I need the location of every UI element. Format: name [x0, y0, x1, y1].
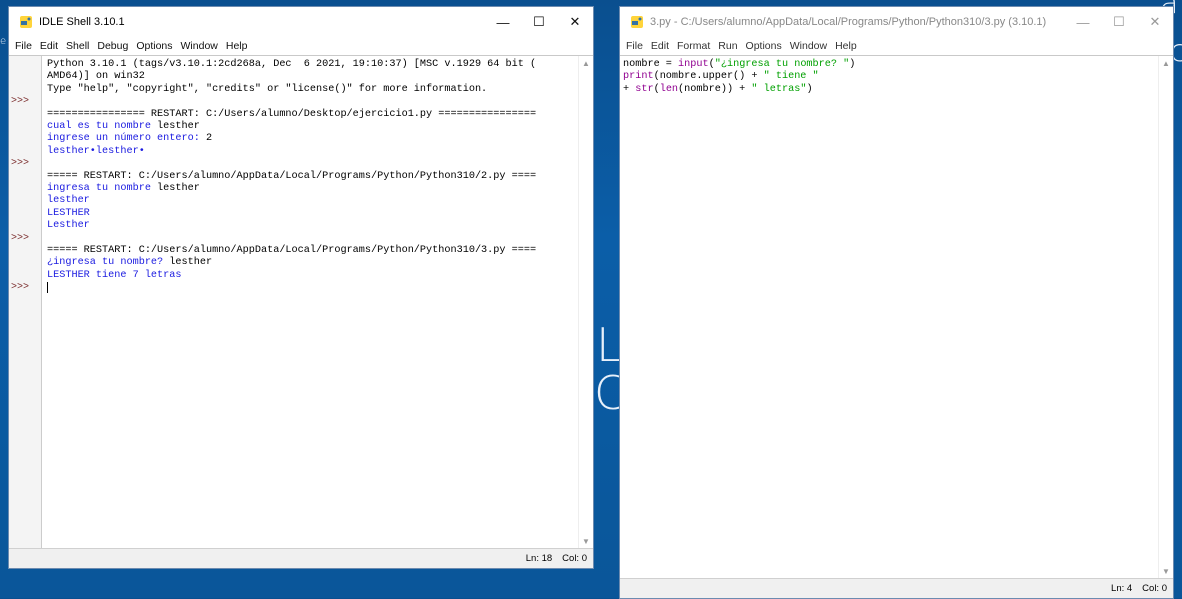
editor-minimize-icon[interactable]: — — [1065, 7, 1101, 37]
code-line: print(nombre.upper() + " tiene " — [623, 71, 819, 83]
shell-text-area[interactable]: Python 3.10.1 (tags/v3.10.1:2cd268a, Dec… — [9, 55, 593, 548]
editor-menu-file[interactable]: File — [626, 40, 643, 52]
menu-window[interactable]: Window — [181, 40, 218, 52]
desktop-letter-l: L — [596, 318, 622, 372]
shell-line: ingresa tu nombre lesther — [47, 182, 200, 194]
shell-menubar: File Edit Shell Debug Options Window Hel… — [9, 37, 593, 55]
editor-menu-options[interactable]: Options — [746, 40, 782, 52]
shell-status-line: Ln: 18 — [525, 553, 553, 564]
shell-line: lesther — [47, 195, 90, 207]
editor-status-line: Ln: 4 — [1111, 583, 1133, 594]
shell-line: ¿ingresa tu nombre? lesther — [47, 257, 213, 269]
prompt-marker: >>> — [11, 158, 30, 170]
editor-menu-help[interactable]: Help — [835, 40, 857, 52]
shell-line: ingrese un número entero: 2 — [47, 133, 213, 145]
code-line: nombre = input("¿ingresa tu nombre? ") — [623, 59, 856, 70]
editor-status-col: Col: 0 — [1142, 583, 1167, 594]
shell-title: IDLE Shell 3.10.1 — [39, 16, 125, 28]
scroll-down-icon[interactable]: ▼ — [579, 534, 593, 548]
maximize-icon[interactable]: ☐ — [521, 7, 557, 37]
text-cursor — [47, 282, 48, 294]
editor-window[interactable]: 3.py - C:/Users/alumno/AppData/Local/Pro… — [619, 6, 1174, 599]
menu-help[interactable]: Help — [226, 40, 248, 52]
shell-line: lesther•lesther• — [47, 145, 145, 157]
editor-scroll-up-icon[interactable]: ▲ — [1159, 56, 1173, 70]
editor-menubar: File Edit Format Run Options Window Help — [620, 37, 1173, 55]
shell-line — [47, 282, 577, 294]
editor-menu-format[interactable]: Format — [677, 40, 710, 52]
python-file-icon — [630, 15, 644, 29]
idle-shell-window[interactable]: IDLE Shell 3.10.1 — ☐ ✕ File Edit Shell … — [8, 6, 594, 569]
menu-options[interactable]: Options — [136, 40, 172, 52]
shell-status-col: Col: 0 — [562, 553, 587, 564]
shell-line: cual es tu nombre lesther — [47, 120, 200, 132]
minimize-icon[interactable]: — — [485, 7, 521, 37]
editor-menu-run[interactable]: Run — [718, 40, 737, 52]
editor-maximize-icon[interactable]: ☐ — [1101, 7, 1137, 37]
editor-text-area[interactable]: nombre = input("¿ingresa tu nombre? ") pr… — [620, 55, 1173, 578]
menu-edit[interactable]: Edit — [40, 40, 58, 52]
shell-line: ===== RESTART: C:/Users/alumno/AppData/L… — [47, 170, 537, 182]
editor-scrollbar[interactable]: ▲ ▼ — [1158, 56, 1173, 578]
editor-title: 3.py - C:/Users/alumno/AppData/Local/Pro… — [650, 16, 1047, 28]
menu-file[interactable]: File — [15, 40, 32, 52]
shell-statusbar: Ln: 18 Col: 0 — [9, 548, 593, 568]
shell-line: ================ RESTART: C:/Users/alumn… — [47, 108, 537, 120]
shell-line: Lesther — [47, 220, 90, 232]
prompt-marker: >>> — [11, 282, 30, 294]
editor-titlebar[interactable]: 3.py - C:/Users/alumno/AppData/Local/Pro… — [620, 7, 1173, 37]
python-app-icon — [19, 15, 33, 29]
editor-scroll-down-icon[interactable]: ▼ — [1159, 564, 1173, 578]
shell-line: Python 3.10.1 (tags/v3.10.1:2cd268a, Dec… — [47, 59, 537, 70]
shell-line: LESTHER — [47, 207, 90, 219]
close-icon[interactable]: ✕ — [557, 7, 593, 37]
editor-close-icon[interactable]: ✕ — [1137, 7, 1173, 37]
menu-shell[interactable]: Shell — [66, 40, 89, 52]
shell-line: AMD64)] on win32 — [47, 71, 145, 83]
prompt-gutter — [9, 56, 42, 548]
menu-debug[interactable]: Debug — [97, 40, 128, 52]
shell-line: ===== RESTART: C:/Users/alumno/AppData/L… — [47, 244, 537, 256]
prompt-marker: >>> — [11, 96, 30, 108]
editor-code[interactable]: nombre = input("¿ingresa tu nombre? ") pr… — [623, 59, 1157, 96]
shell-titlebar[interactable]: IDLE Shell 3.10.1 — ☐ ✕ — [9, 7, 593, 37]
shell-scrollbar[interactable]: ▲ ▼ — [578, 56, 593, 548]
shell-line: LESTHER tiene 7 letras — [47, 269, 182, 281]
editor-menu-window[interactable]: Window — [790, 40, 827, 52]
scroll-up-icon[interactable]: ▲ — [579, 56, 593, 70]
shell-line: Type "help", "copyright", "credits" or "… — [47, 83, 488, 95]
shell-output[interactable]: Python 3.10.1 (tags/v3.10.1:2cd268a, Dec… — [47, 59, 577, 294]
editor-menu-edit[interactable]: Edit — [651, 40, 669, 52]
code-line: + str(len(nombre)) + " letras") — [623, 83, 813, 95]
prompt-marker: >>> — [11, 232, 30, 244]
desktop-letter-e: e — [0, 36, 7, 47]
editor-statusbar: Ln: 4 Col: 0 — [620, 578, 1173, 598]
